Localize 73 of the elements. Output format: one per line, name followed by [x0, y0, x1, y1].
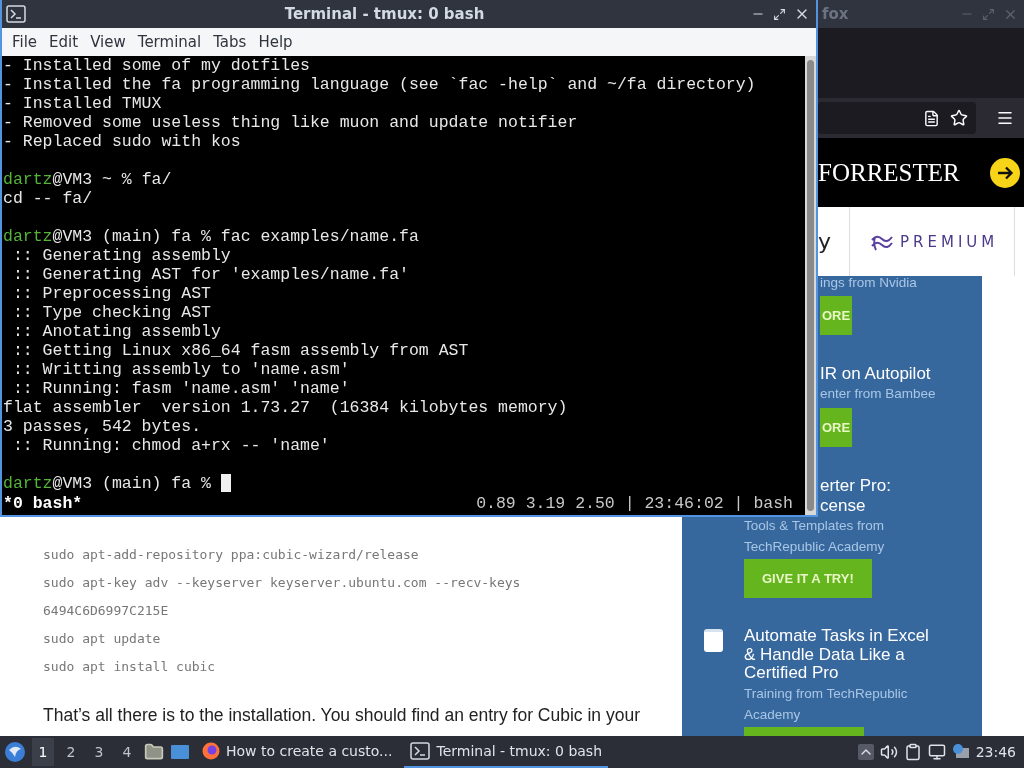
promo-source: ings from Nvidia — [820, 276, 917, 290]
menu-item[interactable]: Tabs — [207, 33, 253, 51]
terminal-line: :: Type checking AST — [11, 303, 211, 322]
terminal-line: :: Generating AST for 'examples/name.fa' — [11, 265, 409, 284]
terminal-line: 3 passes, 542 bytes. — [3, 417, 202, 436]
notification-icon[interactable] — [951, 743, 970, 761]
code-line: 6494C6D6997C215E — [43, 602, 170, 620]
terminal-line: :: Preprocessing AST — [11, 284, 211, 303]
terminal-line: - Installed TMUX — [3, 94, 162, 113]
promo-source: Training from TechRepublic Academy — [744, 684, 909, 724]
prompt-user: dartz — [3, 474, 53, 493]
task-button[interactable]: How to create a custo... — [196, 736, 399, 768]
tmux-window: *0 bash* — [3, 494, 83, 513]
terminal-line: @VM3 ~ % fa/ — [52, 170, 172, 189]
maximize-icon[interactable] — [773, 7, 786, 21]
menu-item[interactable]: Terminal — [131, 33, 208, 51]
code-line: sudo apt-add-repository ppa:cubic-wizard/release — [43, 546, 420, 564]
terminal-line: cd -- fa/ — [3, 189, 93, 208]
menu-item[interactable]: View — [84, 33, 132, 51]
desktop-icon[interactable] — [170, 743, 190, 761]
promo-source: Tools & Templates from TechRepublic Academy — [744, 517, 886, 556]
brand-logo: FORRESTER — [818, 158, 960, 187]
folder-icon[interactable] — [144, 742, 164, 762]
workspace-button[interactable]: 2 — [60, 738, 82, 766]
workspace-button[interactable]: 4 — [116, 738, 138, 766]
terminal-line: - Replaced sudo with kos — [3, 132, 241, 151]
tray-expand-icon[interactable] — [857, 744, 874, 760]
workspace-button[interactable]: 3 — [88, 738, 110, 766]
terminal-line: :: Generating assembly — [11, 246, 231, 265]
promo-source: enter from Bambee — [820, 385, 936, 403]
terminal-icon — [410, 742, 431, 760]
prompt-user: dartz — [3, 227, 53, 246]
terminal-line: flat assembler version 1.73.27 (16384 kilobytes memory) — [3, 398, 568, 417]
address-bar[interactable] — [818, 102, 976, 134]
code-line: sudo apt install cubic — [43, 658, 217, 676]
browser-icon — [202, 742, 220, 760]
tmux-status: 0.89 3.19 2.50 | 23:46:02 | bash — [476, 494, 793, 513]
terminal-line: :: Anotating assembly — [11, 322, 221, 341]
start-menu-icon[interactable] — [4, 741, 26, 763]
clock: 23:46 — [975, 744, 1017, 760]
reader-view-icon[interactable] — [923, 109, 940, 127]
terminal-line: - Installed some of my dotfiles — [3, 56, 310, 75]
promo-title[interactable]: erter Pro: cense — [820, 476, 905, 515]
terminal-icon — [6, 5, 26, 23]
terminal-line: :: Running: fasm 'name.asm' 'name' — [11, 379, 350, 398]
star-icon[interactable] — [950, 109, 968, 127]
terminal-line: - Removed some useless thing like muon and update notifier — [3, 113, 578, 132]
clipboard-icon[interactable] — [903, 743, 922, 761]
menu-item[interactable]: File — [6, 33, 44, 51]
menu-item[interactable]: Help — [252, 33, 299, 51]
terminal-line: :: Getting Linux x86_64 fasm assembly from AST — [11, 341, 469, 360]
terminal-line: - Installed the fa programming language (see `fac -help` and ~/fa directory) — [3, 75, 756, 94]
prompt-user: dartz — [3, 170, 53, 189]
terminal-line: :: Writting assembly to 'name.asm' — [11, 360, 350, 379]
menu-item[interactable]: Edit — [43, 33, 85, 51]
network-icon[interactable] — [927, 743, 946, 761]
volume-icon[interactable] — [879, 743, 898, 761]
premium-logo[interactable]: PREMIUM — [900, 232, 999, 251]
terminal-line: @VM3 (main) fa % — [52, 474, 211, 493]
article-paragraph: That’s all there is to the installation. You should find an entry for Cubic in your — [43, 704, 641, 727]
terminal-line: @VM3 (main) fa % fac examples/name.fa — [52, 227, 419, 246]
promo-title[interactable]: IR on Autopilot — [820, 364, 931, 384]
menu-icon[interactable] — [996, 109, 1014, 127]
code-line: sudo apt-key adv --keyserver keyserver.ubuntu.com --recv-keys — [43, 574, 522, 592]
book-icon — [704, 629, 723, 652]
window-title: Terminal - tmux: 0 bash — [283, 5, 486, 23]
promo-title[interactable]: Automate Tasks in Excel & Handle Data Like a Certified Pro — [744, 627, 944, 683]
task-button[interactable]: Terminal - tmux: 0 bash — [404, 736, 608, 768]
window-title: fox — [822, 5, 850, 23]
terminal-line: :: Running: chmod a+rx -- 'name' — [11, 436, 330, 455]
code-line: sudo apt update — [43, 630, 162, 648]
workspace-button[interactable]: 1 — [32, 738, 54, 766]
scrollbar[interactable] — [805, 56, 816, 515]
